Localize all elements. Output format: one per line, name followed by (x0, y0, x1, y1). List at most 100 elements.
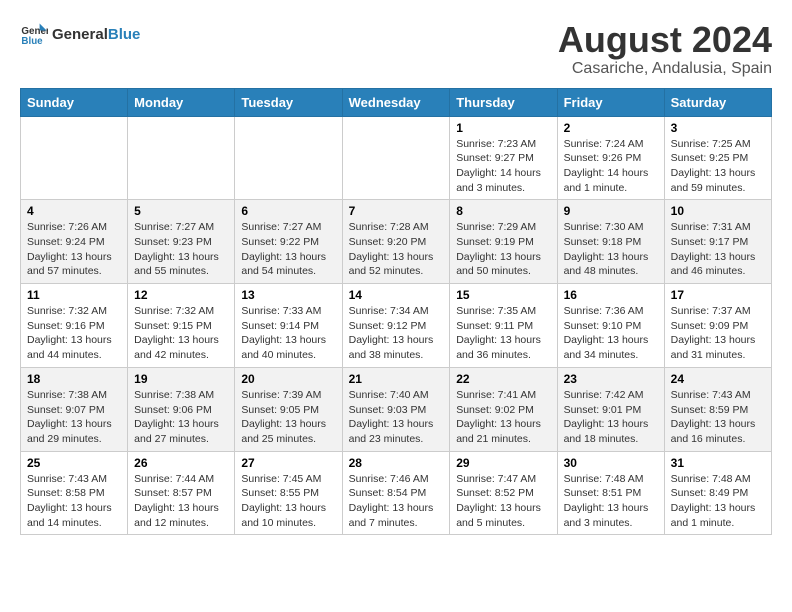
day-number: 18 (27, 372, 121, 386)
day-info: Sunrise: 7:46 AM Sunset: 8:54 PM Dayligh… (349, 473, 434, 529)
calendar-cell: 29 Sunrise: 7:47 AM Sunset: 8:52 PM Dayli… (450, 451, 557, 535)
day-info: Sunrise: 7:47 AM Sunset: 8:52 PM Dayligh… (456, 473, 541, 529)
day-info: Sunrise: 7:28 AM Sunset: 9:20 PM Dayligh… (349, 221, 434, 277)
calendar-cell: 26Sunrise: 7:44 AM Sunset: 8:57 PM Dayli… (128, 451, 235, 535)
calendar-cell: 8Sunrise: 7:29 AM Sunset: 9:19 PM Daylig… (450, 200, 557, 284)
calendar-week-4: 18 Sunrise: 7:38 AM Sunset: 9:07 PM Dayli… (21, 367, 772, 451)
calendar-cell: 17 Sunrise: 7:37 AM Sunset: 9:09 PM Dayli… (664, 284, 771, 368)
calendar-week-5: 25 Sunrise: 7:43 AM Sunset: 8:58 PM Dayli… (21, 451, 772, 535)
day-info: Sunrise: 7:33 AM Sunset: 9:14 PM Dayligh… (241, 305, 326, 361)
calendar-cell: 24 Sunrise: 7:43 AM Sunset: 8:59 PM Dayli… (664, 367, 771, 451)
calendar-header-row: SundayMondayTuesdayWednesdayThursdayFrid… (21, 88, 772, 116)
day-number: 30 (564, 456, 658, 470)
calendar-cell: 21Sunrise: 7:40 AM Sunset: 9:03 PM Dayli… (342, 367, 450, 451)
day-number: 2 (564, 121, 658, 135)
header-monday: Monday (128, 88, 235, 116)
day-info: Sunrise: 7:27 AM Sunset: 9:22 PM Dayligh… (241, 221, 326, 277)
calendar-cell: 31 Sunrise: 7:48 AM Sunset: 8:49 PM Dayli… (664, 451, 771, 535)
calendar-cell: 11 Sunrise: 7:32 AM Sunset: 9:16 PM Dayli… (21, 284, 128, 368)
day-info: Sunrise: 7:37 AM Sunset: 9:09 PM Dayligh… (671, 305, 756, 361)
header-wednesday: Wednesday (342, 88, 450, 116)
calendar-cell: 19 Sunrise: 7:38 AM Sunset: 9:06 PM Dayli… (128, 367, 235, 451)
day-number: 25 (27, 456, 121, 470)
day-info: Sunrise: 7:39 AM Sunset: 9:05 PM Dayligh… (241, 389, 326, 445)
day-number: 1 (456, 121, 550, 135)
calendar-cell: 30 Sunrise: 7:48 AM Sunset: 8:51 PM Dayli… (557, 451, 664, 535)
calendar-cell: 25 Sunrise: 7:43 AM Sunset: 8:58 PM Dayli… (21, 451, 128, 535)
header-sunday: Sunday (21, 88, 128, 116)
calendar-cell: 14Sunrise: 7:34 AM Sunset: 9:12 PM Dayli… (342, 284, 450, 368)
calendar-cell: 23Sunrise: 7:42 AM Sunset: 9:01 PM Dayli… (557, 367, 664, 451)
day-number: 3 (671, 121, 765, 135)
day-info: Sunrise: 7:36 AM Sunset: 9:10 PM Dayligh… (564, 305, 649, 361)
calendar-cell (128, 116, 235, 200)
logo-text: GeneralBlue (52, 26, 140, 43)
day-number: 31 (671, 456, 765, 470)
header-friday: Friday (557, 88, 664, 116)
calendar-cell (235, 116, 342, 200)
day-info: Sunrise: 7:45 AM Sunset: 8:55 PM Dayligh… (241, 473, 326, 529)
generalblue-logo-icon: General Blue (20, 20, 48, 48)
day-number: 4 (27, 204, 121, 218)
logo: General Blue GeneralBlue (20, 20, 140, 48)
title-block: August 2024 Casariche, Andalusia, Spain (558, 20, 772, 78)
day-number: 28 (349, 456, 444, 470)
calendar-cell: 3 Sunrise: 7:25 AM Sunset: 9:25 PM Daylig… (664, 116, 771, 200)
day-number: 20 (241, 372, 335, 386)
day-info: Sunrise: 7:25 AM Sunset: 9:25 PM Dayligh… (671, 138, 756, 194)
day-number: 11 (27, 288, 121, 302)
calendar-cell: 6Sunrise: 7:27 AM Sunset: 9:22 PM Daylig… (235, 200, 342, 284)
day-info: Sunrise: 7:48 AM Sunset: 8:51 PM Dayligh… (564, 473, 649, 529)
header-tuesday: Tuesday (235, 88, 342, 116)
header-saturday: Saturday (664, 88, 771, 116)
header-thursday: Thursday (450, 88, 557, 116)
calendar-cell: 20 Sunrise: 7:39 AM Sunset: 9:05 PM Dayli… (235, 367, 342, 451)
day-number: 22 (456, 372, 550, 386)
day-info: Sunrise: 7:29 AM Sunset: 9:19 PM Dayligh… (456, 221, 541, 277)
day-number: 5 (134, 204, 228, 218)
day-info: Sunrise: 7:27 AM Sunset: 9:23 PM Dayligh… (134, 221, 219, 277)
svg-text:Blue: Blue (21, 36, 43, 47)
calendar-cell: 27 Sunrise: 7:45 AM Sunset: 8:55 PM Dayli… (235, 451, 342, 535)
calendar-cell: 1 Sunrise: 7:23 AM Sunset: 9:27 PM Daylig… (450, 116, 557, 200)
day-number: 19 (134, 372, 228, 386)
calendar-cell: 10 Sunrise: 7:31 AM Sunset: 9:17 PM Dayli… (664, 200, 771, 284)
subtitle: Casariche, Andalusia, Spain (558, 60, 772, 78)
day-number: 16 (564, 288, 658, 302)
day-number: 26 (134, 456, 228, 470)
calendar-week-2: 4 Sunrise: 7:26 AM Sunset: 9:24 PM Daylig… (21, 200, 772, 284)
day-number: 10 (671, 204, 765, 218)
day-number: 7 (349, 204, 444, 218)
day-info: Sunrise: 7:35 AM Sunset: 9:11 PM Dayligh… (456, 305, 541, 361)
calendar-cell (342, 116, 450, 200)
day-number: 17 (671, 288, 765, 302)
day-info: Sunrise: 7:38 AM Sunset: 9:06 PM Dayligh… (134, 389, 219, 445)
day-number: 21 (349, 372, 444, 386)
page-header: General Blue GeneralBlue August 2024 Cas… (20, 20, 772, 78)
calendar-cell: 7 Sunrise: 7:28 AM Sunset: 9:20 PM Daylig… (342, 200, 450, 284)
day-number: 23 (564, 372, 658, 386)
day-number: 14 (349, 288, 444, 302)
day-info: Sunrise: 7:43 AM Sunset: 8:59 PM Dayligh… (671, 389, 756, 445)
day-info: Sunrise: 7:31 AM Sunset: 9:17 PM Dayligh… (671, 221, 756, 277)
day-info: Sunrise: 7:30 AM Sunset: 9:18 PM Dayligh… (564, 221, 649, 277)
day-number: 29 (456, 456, 550, 470)
calendar-cell: 9Sunrise: 7:30 AM Sunset: 9:18 PM Daylig… (557, 200, 664, 284)
day-info: Sunrise: 7:23 AM Sunset: 9:27 PM Dayligh… (456, 138, 541, 194)
calendar-week-1: 1 Sunrise: 7:23 AM Sunset: 9:27 PM Daylig… (21, 116, 772, 200)
day-info: Sunrise: 7:32 AM Sunset: 9:15 PM Dayligh… (134, 305, 219, 361)
day-info: Sunrise: 7:32 AM Sunset: 9:16 PM Dayligh… (27, 305, 112, 361)
day-info: Sunrise: 7:43 AM Sunset: 8:58 PM Dayligh… (27, 473, 112, 529)
calendar-cell: 5 Sunrise: 7:27 AM Sunset: 9:23 PM Daylig… (128, 200, 235, 284)
calendar-cell: 2Sunrise: 7:24 AM Sunset: 9:26 PM Daylig… (557, 116, 664, 200)
calendar-table: SundayMondayTuesdayWednesdayThursdayFrid… (20, 88, 772, 536)
main-title: August 2024 (558, 20, 772, 60)
day-info: Sunrise: 7:41 AM Sunset: 9:02 PM Dayligh… (456, 389, 541, 445)
calendar-cell: 16 Sunrise: 7:36 AM Sunset: 9:10 PM Dayli… (557, 284, 664, 368)
day-info: Sunrise: 7:38 AM Sunset: 9:07 PM Dayligh… (27, 389, 112, 445)
day-info: Sunrise: 7:26 AM Sunset: 9:24 PM Dayligh… (27, 221, 112, 277)
day-number: 27 (241, 456, 335, 470)
day-info: Sunrise: 7:48 AM Sunset: 8:49 PM Dayligh… (671, 473, 756, 529)
day-number: 24 (671, 372, 765, 386)
day-number: 13 (241, 288, 335, 302)
